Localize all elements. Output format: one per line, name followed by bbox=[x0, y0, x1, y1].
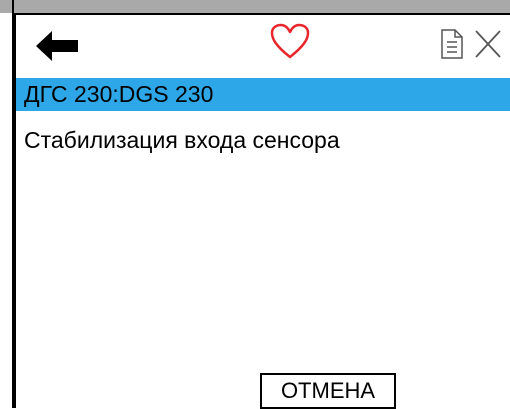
window-corner bbox=[0, 0, 12, 13]
close-icon[interactable] bbox=[474, 29, 502, 59]
window-top-frame bbox=[0, 0, 510, 13]
heart-icon[interactable] bbox=[270, 23, 310, 61]
cancel-button[interactable]: ОТМЕНА bbox=[260, 373, 396, 409]
arrow-left-icon[interactable] bbox=[36, 31, 78, 61]
status-message: Стабилизация входа сенсора bbox=[24, 127, 340, 153]
device-title-bar: ДГС 230:DGS 230 bbox=[16, 78, 510, 111]
sensor-dialog: ДГС 230:DGS 230 Стабилизация входа сенсо… bbox=[14, 13, 510, 409]
window-left-frame bbox=[0, 0, 14, 408]
toolbar bbox=[16, 15, 510, 77]
document-icon[interactable] bbox=[441, 29, 463, 59]
